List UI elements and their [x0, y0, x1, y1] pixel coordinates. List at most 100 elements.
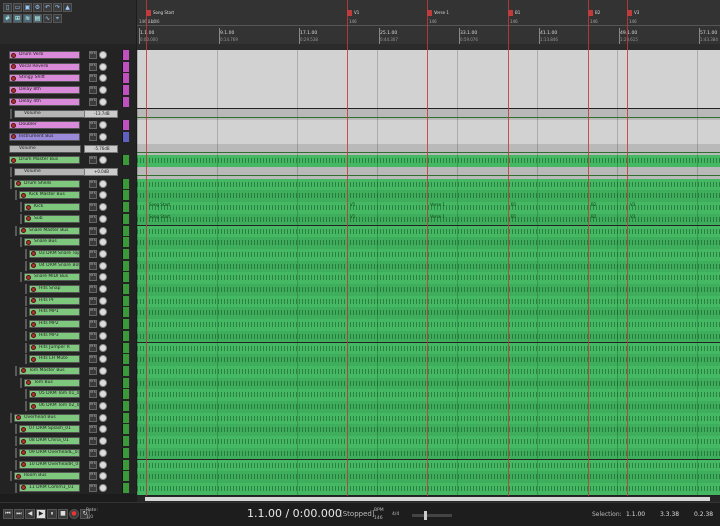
track-name[interactable]: 04 DRM Snare Bott_01 [29, 261, 80, 270]
mute-solo-button[interactable]: M S [89, 51, 97, 59]
volume-knob[interactable] [99, 97, 107, 106]
pause-icon[interactable]: ⏸ [47, 509, 57, 519]
mute-solo-button[interactable]: M S [89, 226, 97, 235]
volume-knob[interactable] [99, 343, 107, 352]
record-arm-icon[interactable] [11, 157, 16, 163]
record-arm-icon[interactable] [26, 204, 31, 210]
mute-solo-button[interactable]: M S [89, 366, 97, 375]
volume-knob[interactable] [99, 121, 107, 130]
rate-value[interactable]: 1.0 [86, 515, 93, 520]
track-name[interactable]: Vocal Reverb [9, 62, 80, 71]
track-row[interactable]: Delay 8th M S [0, 85, 136, 96]
volume-knob[interactable] [99, 390, 107, 399]
mute-solo-button[interactable]: M S [89, 203, 97, 212]
mute-solo-button[interactable]: M S [89, 343, 97, 352]
track-name[interactable]: Hits Snap [29, 285, 80, 293]
track-name[interactable]: Snare Bus [24, 238, 80, 247]
track-name[interactable]: Room Bus [14, 472, 80, 481]
track-row[interactable]: Hits LH Mute M S [0, 354, 136, 365]
mute-solo-button[interactable]: M S [89, 156, 97, 165]
project-settings-icon[interactable]: ⚙ [33, 3, 42, 12]
volume-knob[interactable] [99, 86, 107, 95]
envelope-row[interactable]: Volume -13.7dB [0, 108, 136, 119]
redo-icon[interactable]: ↷ [53, 3, 62, 12]
waveform-item[interactable] [137, 298, 720, 304]
volume-knob[interactable] [99, 74, 107, 83]
track-row[interactable]: Overhead Bus M S [0, 412, 136, 423]
mute-solo-button[interactable]: M S [89, 132, 97, 141]
track-row[interactable]: Sub M S [0, 213, 136, 224]
track-name[interactable]: Sub [24, 214, 80, 223]
track-name[interactable]: 03 DRM Snare Top_01 [29, 249, 80, 258]
track-name[interactable]: 09 DRM OverheadL_01 [19, 448, 80, 457]
stop-icon[interactable]: ■ [58, 509, 68, 519]
rewind-icon[interactable]: ◀ [25, 509, 35, 519]
new-project-icon[interactable]: ▯ [3, 3, 12, 12]
waveform-item[interactable] [137, 275, 720, 281]
track-row[interactable]: 07 DRM Splash_01 M S [0, 424, 136, 435]
lock-icon[interactable]: ▤ [33, 14, 42, 23]
marker-2[interactable]: V1 [347, 9, 359, 17]
mute-solo-button[interactable]: M S [89, 460, 97, 469]
volume-knob[interactable] [99, 366, 107, 375]
mute-solo-button[interactable]: M S [89, 261, 97, 270]
waveform-item[interactable] [137, 462, 720, 468]
track-row[interactable]: Kick M S [0, 202, 136, 213]
bpm-value[interactable]: 146 [374, 516, 383, 521]
envelope-row[interactable]: Volume +0.0dB [0, 167, 136, 177]
mute-solo-button[interactable]: M S [89, 86, 97, 95]
mute-solo-button[interactable]: M S [89, 191, 97, 200]
volume-knob[interactable] [99, 238, 107, 247]
track-name[interactable]: Overhead Bus [14, 413, 80, 422]
envelope-value[interactable]: -5.76dB [84, 144, 118, 153]
record-arm-icon[interactable] [11, 122, 16, 128]
volume-knob[interactable] [99, 179, 107, 188]
mute-solo-button[interactable]: M S [89, 308, 97, 317]
waveform-item[interactable] [137, 415, 720, 421]
scrollbar-thumb[interactable] [145, 497, 710, 501]
waveform-item[interactable] [137, 251, 720, 257]
selection-end[interactable]: 3.3.38 [660, 511, 679, 518]
playrate-slider[interactable] [412, 511, 452, 520]
record-arm-icon[interactable] [31, 321, 36, 327]
waveform-item[interactable] [137, 474, 720, 480]
track-name[interactable]: Drum Shells [14, 179, 80, 188]
track-row[interactable]: Drum Master Bus M S [0, 155, 136, 166]
track-row[interactable]: 09 DRM OverheadL_01 M S [0, 447, 136, 458]
record-arm-icon[interactable] [21, 192, 26, 198]
track-row[interactable]: Snare MIDI Bus M S [0, 272, 136, 283]
track-row[interactable]: Instrument Bus M S [0, 131, 136, 142]
mute-solo-button[interactable]: M S [89, 249, 97, 258]
waveform-item[interactable] [137, 158, 720, 164]
track-name[interactable]: Hits MP3 [29, 331, 80, 340]
cursor-icon[interactable]: ⌖ [53, 14, 62, 23]
track-row[interactable]: 05 DRM Tom 01_01 M S [0, 389, 136, 400]
waveform-item[interactable] [137, 345, 720, 351]
waveform-item[interactable] [137, 439, 720, 445]
record-arm-icon[interactable] [26, 274, 31, 280]
volume-knob[interactable] [99, 320, 107, 329]
go-to-end-icon[interactable]: ⏭ [14, 509, 24, 519]
waveform-item[interactable] [137, 228, 720, 234]
track-name[interactable]: Delay 4th [9, 97, 80, 106]
track-row[interactable]: Hits PF M S [0, 295, 136, 306]
mute-solo-button[interactable]: M S [89, 472, 97, 481]
mute-solo-button[interactable]: M S [89, 62, 97, 71]
marker-3[interactable]: Verse 1 [427, 9, 449, 17]
record-arm-icon[interactable] [21, 228, 26, 233]
mute-solo-button[interactable]: M S [89, 296, 97, 305]
mute-solo-button[interactable]: M S [89, 483, 97, 492]
track-row[interactable]: Snare Bus M S [0, 237, 136, 248]
volume-knob[interactable] [99, 413, 107, 422]
track-row[interactable]: Hits MP2 M S [0, 319, 136, 330]
waveform-item[interactable] [137, 322, 720, 328]
track-row[interactable]: 10 DRM OverheadR_01 M S [0, 459, 136, 470]
track-name[interactable]: Instrument Bus [9, 132, 80, 141]
track-name[interactable]: Hits MP2 [29, 320, 80, 329]
undo-icon[interactable]: ↶ [43, 3, 52, 12]
volume-knob[interactable] [99, 308, 107, 317]
track-row[interactable]: 04 DRM Snare Bott_01 M S [0, 260, 136, 271]
waveform-item[interactable] [137, 404, 720, 409]
track-row[interactable]: 11 DRM Comm1_01 M S [0, 482, 136, 493]
volume-knob[interactable] [99, 483, 107, 492]
